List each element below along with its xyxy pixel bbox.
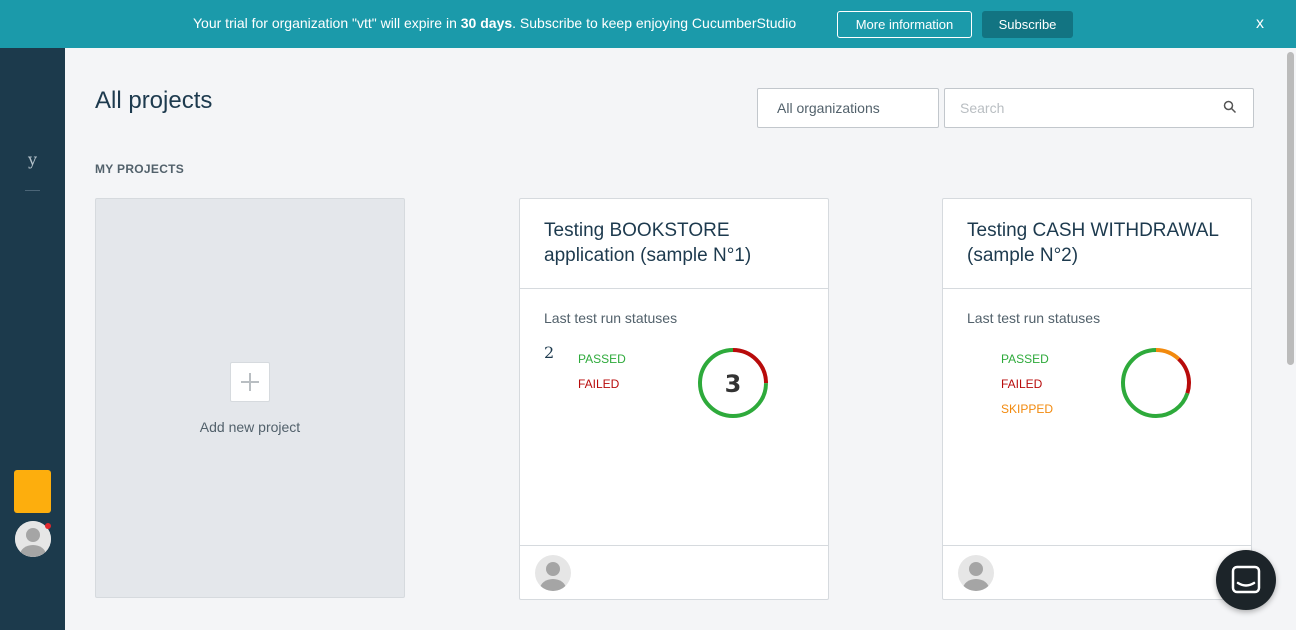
project-card-bookstore[interactable]: Testing BOOKSTORE application (sample N°… — [519, 198, 829, 600]
status-donut-chart — [1121, 348, 1191, 418]
more-information-button[interactable]: More information — [837, 11, 972, 38]
close-banner-button[interactable]: x — [1256, 15, 1264, 33]
project-card-header: Testing BOOKSTORE application (sample N°… — [520, 199, 828, 289]
donut-center-value: 3 — [725, 370, 742, 398]
trial-days: 30 days — [460, 15, 513, 31]
member-avatar-icon — [535, 555, 571, 591]
organization-filter[interactable]: All organizations — [757, 88, 939, 128]
add-new-project-label: Add new project — [199, 419, 301, 435]
search-input[interactable] — [960, 100, 1210, 116]
last-test-run-label: Last test run statuses — [967, 310, 1101, 326]
section-label-my-projects: MY PROJECTS — [95, 162, 185, 176]
sidebar-help-button[interactable] — [14, 470, 51, 513]
member-avatar[interactable] — [535, 555, 571, 591]
search-box[interactable] — [944, 88, 1254, 128]
project-card-cash-withdrawal[interactable]: Testing CASH WITHDRAWAL (sample N°2) Las… — [942, 198, 1252, 600]
run-count: 2 — [544, 343, 555, 362]
legend-passed: PASSED — [578, 352, 626, 366]
trial-banner: Your trial for organization "vtt" will e… — [0, 0, 1296, 48]
scrollbar-thumb[interactable] — [1287, 52, 1294, 365]
project-title[interactable]: Testing CASH WITHDRAWAL (sample N°2) — [967, 218, 1237, 268]
search-icon[interactable] — [1223, 100, 1237, 114]
member-avatar[interactable] — [958, 555, 994, 591]
legend-passed: PASSED — [1001, 352, 1049, 366]
subscribe-button[interactable]: Subscribe — [982, 11, 1073, 38]
project-card-footer — [943, 545, 1251, 599]
trial-banner-message: Your trial for organization "vtt" will e… — [193, 15, 796, 31]
notification-dot — [45, 523, 51, 529]
last-test-run-label: Last test run statuses — [544, 310, 678, 326]
sidebar-workspace-letter[interactable]: y — [28, 150, 37, 169]
legend-failed: FAILED — [1001, 377, 1043, 391]
sidebar-divider — [25, 190, 40, 191]
member-avatar-icon — [958, 555, 994, 591]
project-title[interactable]: Testing BOOKSTORE application (sample N°… — [544, 218, 814, 268]
legend-skipped: SKIPPED — [1001, 402, 1054, 416]
legend-failed: FAILED — [578, 377, 620, 391]
project-card-footer — [520, 545, 828, 599]
page-title: All projects — [95, 87, 213, 114]
plus-icon[interactable] — [230, 362, 270, 402]
chat-launcher-button[interactable] — [1216, 550, 1276, 610]
add-new-project-tile[interactable]: Add new project — [95, 198, 405, 598]
status-legend: PASSED FAILED — [578, 347, 626, 397]
project-card-header: Testing CASH WITHDRAWAL (sample N°2) — [943, 199, 1251, 289]
trial-text-after: . Subscribe to keep enjoying CucumberStu… — [512, 15, 797, 31]
status-donut-chart: 3 — [698, 348, 768, 418]
page-scrollbar[interactable] — [1286, 48, 1296, 630]
chat-icon — [1231, 565, 1261, 594]
status-legend: PASSED FAILED SKIPPED — [1001, 347, 1053, 422]
trial-text-before: Your trial for organization "vtt" will e… — [193, 15, 461, 31]
